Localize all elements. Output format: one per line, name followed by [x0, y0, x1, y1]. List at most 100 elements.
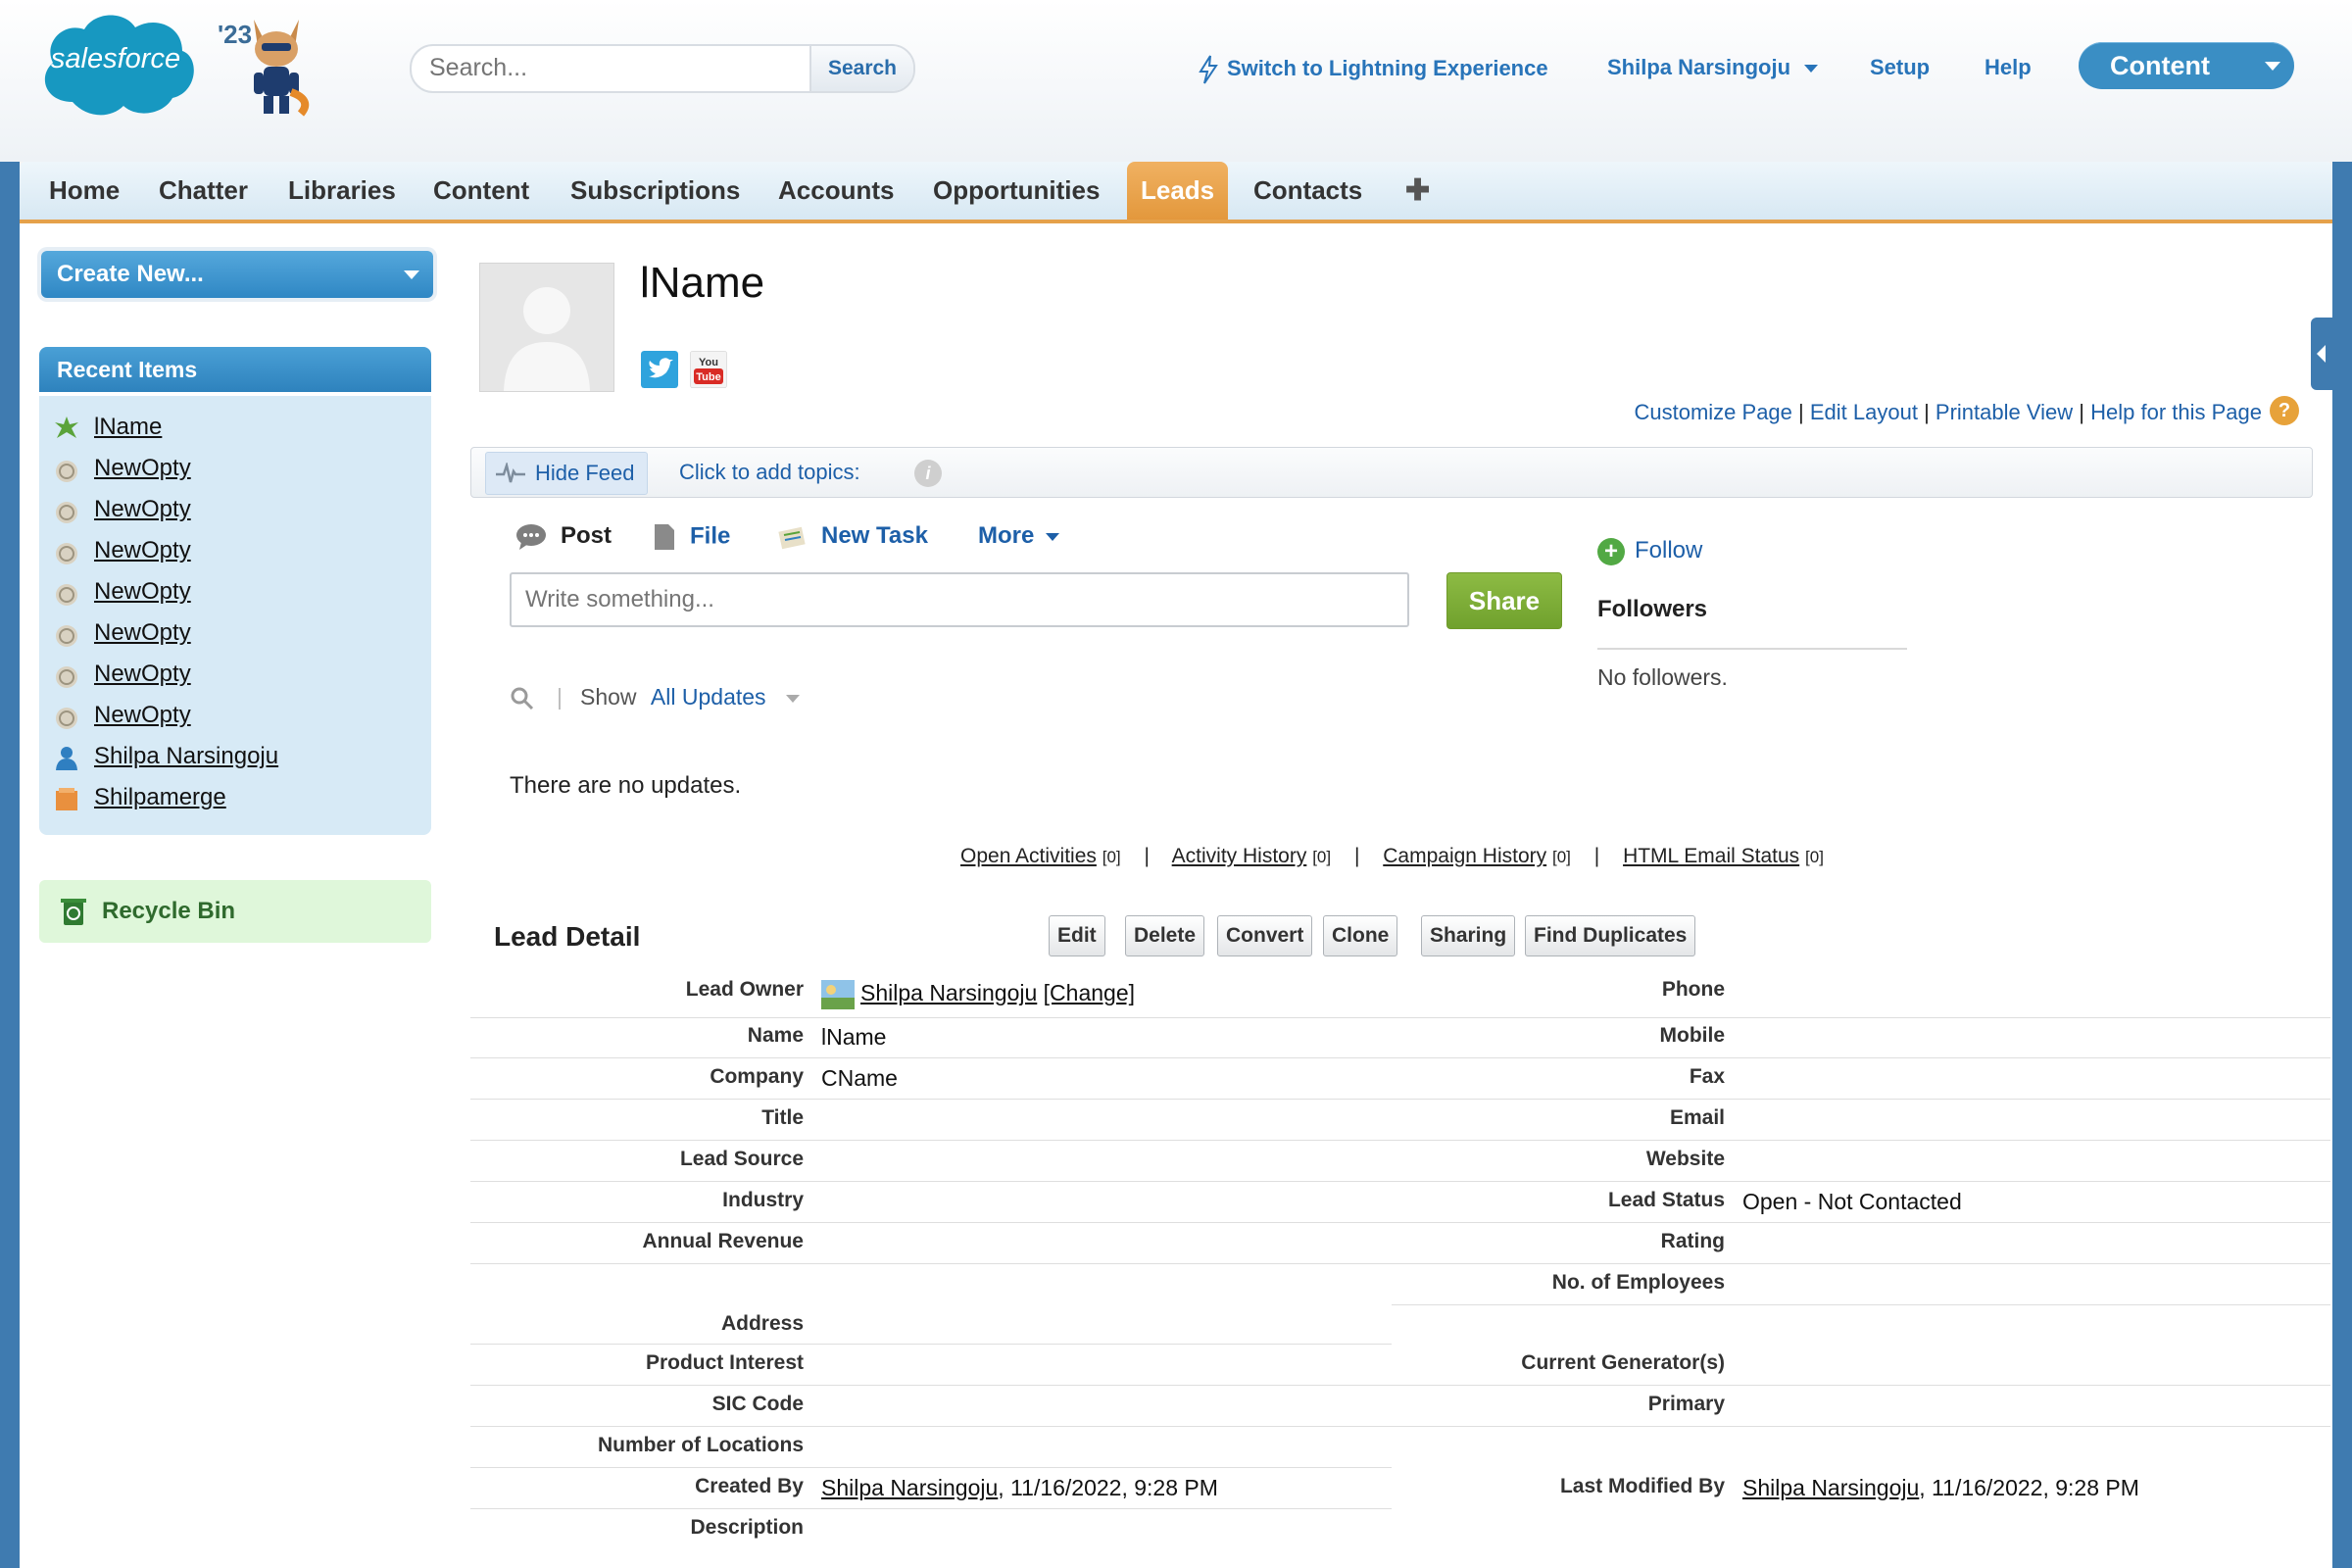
- search-icon[interactable]: [510, 686, 535, 711]
- twitter-icon[interactable]: [641, 351, 678, 388]
- feed-filter-dropdown[interactable]: All Updates: [651, 684, 766, 710]
- tab-subscriptions[interactable]: Subscriptions: [557, 162, 754, 220]
- file-icon: [655, 524, 674, 550]
- recent-items-title: Recent Items: [57, 357, 198, 382]
- list-item[interactable]: NewOpty: [53, 698, 191, 733]
- convert-button[interactable]: Convert: [1217, 915, 1313, 956]
- link-separator: |: [2079, 400, 2084, 424]
- html-email-status-count: [0]: [1805, 848, 1824, 866]
- page-title: lName: [640, 259, 765, 307]
- activity-history-link[interactable]: Activity History: [1172, 845, 1307, 867]
- post-input[interactable]: [510, 572, 1409, 627]
- search-button[interactable]: Search: [809, 46, 913, 91]
- recent-items-list: lName NewOpty NewOpty NewOpty NewOpty Ne…: [39, 396, 431, 835]
- recent-item-link[interactable]: NewOpty: [94, 455, 191, 481]
- chevron-down-icon: [404, 270, 419, 279]
- edit-layout-link[interactable]: Edit Layout: [1810, 400, 1918, 424]
- clone-button[interactable]: Clone: [1323, 915, 1398, 956]
- list-item[interactable]: NewOpty: [53, 533, 191, 568]
- recent-item-link[interactable]: NewOpty: [94, 496, 191, 522]
- edit-button[interactable]: Edit: [1049, 915, 1105, 956]
- html-email-status-link[interactable]: HTML Email Status: [1623, 845, 1799, 867]
- publisher-tab-more[interactable]: More: [978, 522, 1060, 550]
- tab-contacts[interactable]: Contacts: [1240, 162, 1376, 220]
- recent-item-link[interactable]: lName: [94, 414, 162, 440]
- last-modified-date: , 11/16/2022, 9:28 PM: [1919, 1475, 2139, 1500]
- tab-chatter[interactable]: Chatter: [145, 162, 262, 220]
- follow-button[interactable]: + Follow: [1597, 537, 1702, 565]
- recent-item-link[interactable]: NewOpty: [94, 578, 191, 605]
- help-question-icon[interactable]: ?: [2270, 396, 2299, 425]
- customize-page-link[interactable]: Customize Page: [1634, 400, 1791, 424]
- activity-history-count: [0]: [1312, 848, 1332, 866]
- help-link[interactable]: Help: [1984, 55, 2032, 80]
- list-item[interactable]: lName: [53, 410, 162, 445]
- lead-owner-link[interactable]: Shilpa Narsingoju: [860, 980, 1037, 1005]
- share-button[interactable]: Share: [1446, 572, 1562, 629]
- campaign-history-link[interactable]: Campaign History: [1383, 845, 1546, 867]
- svg-text:Tube: Tube: [696, 371, 720, 383]
- avatar-placeholder-icon: [504, 287, 590, 391]
- search-input[interactable]: [419, 50, 819, 85]
- tab-home[interactable]: Home: [35, 162, 133, 220]
- recent-item-link[interactable]: NewOpty: [94, 661, 191, 687]
- recent-item-link[interactable]: NewOpty: [94, 702, 191, 728]
- tab-accounts[interactable]: Accounts: [764, 162, 907, 220]
- switch-lightning-link[interactable]: Switch to Lightning Experience: [1198, 55, 1548, 84]
- list-item[interactable]: NewOpty: [53, 451, 191, 486]
- info-icon[interactable]: i: [914, 460, 942, 487]
- recent-item-link[interactable]: NewOpty: [94, 619, 191, 646]
- recent-item-link[interactable]: NewOpty: [94, 537, 191, 564]
- page-links: Customize Page | Edit Layout | Printable…: [1634, 400, 2262, 425]
- tab-content[interactable]: Content: [419, 162, 543, 220]
- field-value-company: CName: [821, 1065, 898, 1091]
- user-menu[interactable]: Shilpa Narsingoju: [1607, 55, 1819, 80]
- add-topics-link[interactable]: Click to add topics:: [679, 460, 860, 485]
- list-item[interactable]: NewOpty: [53, 615, 191, 651]
- field-label-product-interest: Product Interest: [645, 1351, 804, 1374]
- field-value-lead-owner: Shilpa Narsingoju [Change]: [821, 980, 1135, 1009]
- all-tabs-plus-icon[interactable]: ✚: [1392, 162, 1444, 220]
- tab-libraries[interactable]: Libraries: [274, 162, 410, 220]
- delete-button[interactable]: Delete: [1125, 915, 1205, 956]
- open-activities-link[interactable]: Open Activities: [960, 845, 1097, 867]
- list-item[interactable]: Shilpa Narsingoju: [53, 739, 278, 774]
- list-item[interactable]: Shilpamerge: [53, 780, 226, 815]
- find-duplicates-button[interactable]: Find Duplicates: [1525, 915, 1696, 956]
- recent-item-link[interactable]: Shilpamerge: [94, 784, 226, 810]
- publisher-tab-file[interactable]: File: [653, 522, 730, 552]
- list-item[interactable]: NewOpty: [53, 574, 191, 610]
- change-owner-link[interactable]: [Change]: [1044, 980, 1135, 1005]
- recent-item-link[interactable]: Shilpa Narsingoju: [94, 743, 278, 769]
- chevron-down-icon[interactable]: [785, 694, 800, 703]
- app-switcher[interactable]: Content: [2079, 42, 2294, 89]
- sharing-button[interactable]: Sharing: [1421, 915, 1516, 956]
- link-separator: |: [1593, 845, 1600, 867]
- hide-feed-button[interactable]: Hide Feed: [485, 452, 648, 495]
- field-label-title: Title: [761, 1106, 804, 1129]
- publisher-tab-post[interactable]: Post: [515, 522, 612, 551]
- opportunity-icon: [56, 583, 77, 606]
- list-item[interactable]: NewOpty: [53, 657, 191, 692]
- divider: |: [557, 684, 563, 710]
- open-activities-count: [0]: [1102, 848, 1121, 866]
- create-new-button[interactable]: Create New...: [41, 251, 433, 298]
- recycle-bin[interactable]: Recycle Bin: [39, 880, 431, 943]
- list-item[interactable]: NewOpty: [53, 492, 191, 527]
- setup-link[interactable]: Setup: [1870, 55, 1930, 80]
- tab-bar: Home Chatter Libraries Content Subscript…: [20, 162, 2332, 223]
- help-page-link[interactable]: Help for this Page: [2090, 400, 2262, 424]
- sidebar-collapse-handle[interactable]: [2311, 318, 2332, 390]
- created-by-user-link[interactable]: Shilpa Narsingoju: [821, 1475, 998, 1500]
- tab-leads[interactable]: Leads: [1127, 162, 1229, 220]
- publisher-tab-new-task[interactable]: New Task: [776, 522, 928, 551]
- tab-opportunities[interactable]: Opportunities: [919, 162, 1113, 220]
- avatar: [479, 263, 614, 392]
- printable-view-link[interactable]: Printable View: [1936, 400, 2073, 424]
- link-separator: |: [1144, 845, 1150, 867]
- opportunity-icon: [56, 624, 77, 647]
- svg-text:You: You: [699, 357, 718, 368]
- last-modified-user-link[interactable]: Shilpa Narsingoju: [1742, 1475, 1919, 1500]
- youtube-icon[interactable]: You Tube: [690, 351, 727, 388]
- divider: [470, 1057, 2330, 1058]
